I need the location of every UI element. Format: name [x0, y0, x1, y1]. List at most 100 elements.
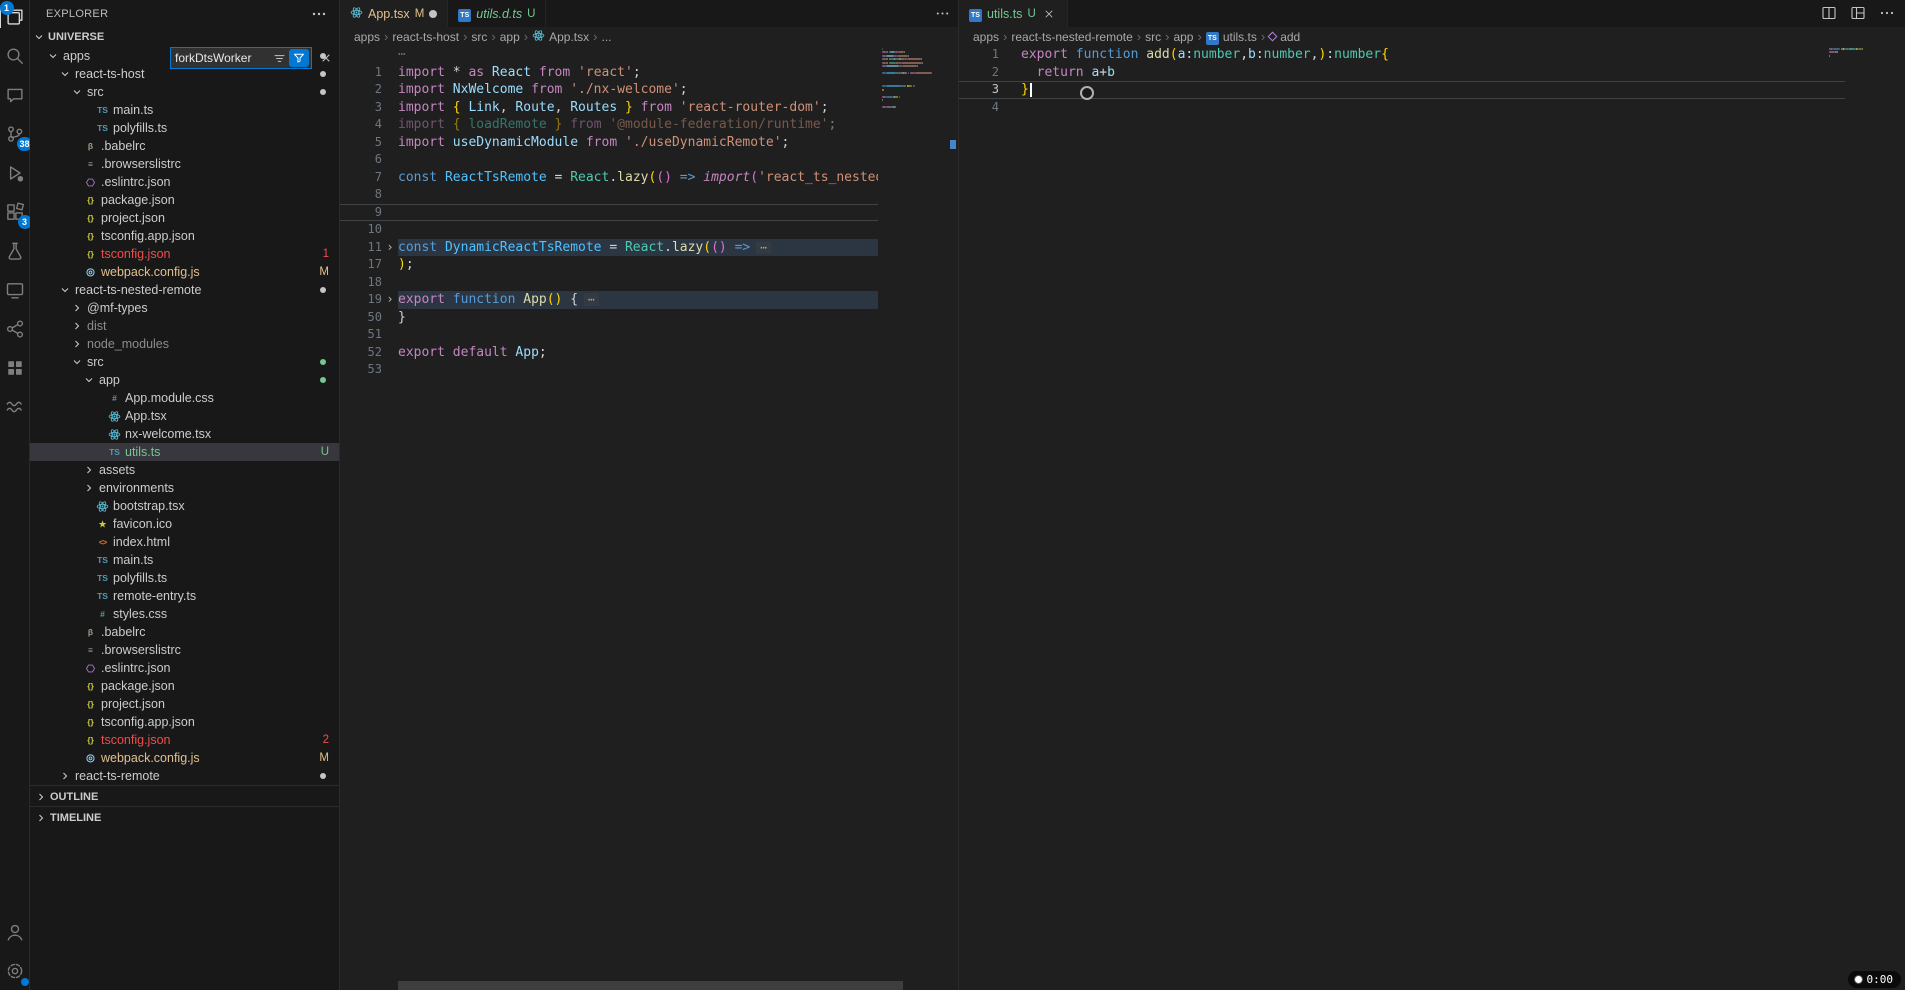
activity-explorer[interactable]: 1: [3, 6, 27, 30]
file-webpack-config-js[interactable]: ◎webpack.config.jsM: [30, 749, 339, 767]
file-polyfills-ts[interactable]: TSpolyfills.ts: [30, 569, 339, 587]
filter-funnel-icon[interactable]: [289, 49, 309, 67]
folder-react-ts-remote[interactable]: react-ts-remote: [30, 767, 339, 785]
file-project-json[interactable]: {}project.json: [30, 209, 339, 227]
file-polyfills-ts[interactable]: TSpolyfills.ts: [30, 119, 339, 137]
activity-accounts[interactable]: [3, 921, 27, 945]
activity-chat[interactable]: [3, 84, 27, 108]
breadcrumb-react-ts-nested-remote[interactable]: react-ts-nested-remote: [1011, 30, 1132, 44]
breadcrumb-react-ts-host[interactable]: react-ts-host: [392, 30, 459, 44]
code-line[interactable]: 3import { Link, Route, Routes } from 're…: [340, 99, 878, 117]
breadcrumb-app[interactable]: app: [1173, 30, 1193, 44]
breadcrumb-src[interactable]: src: [471, 30, 487, 44]
tab-app-tsx[interactable]: App.tsxM: [340, 0, 448, 27]
fold-expand-icon[interactable]: ›: [382, 291, 398, 309]
code-line[interactable]: 1export function add(a:number,b:number,)…: [959, 46, 1845, 64]
breadcrumb-apps[interactable]: apps: [973, 30, 999, 44]
file-main-ts[interactable]: TSmain.ts: [30, 101, 339, 119]
code-line[interactable]: 9: [340, 204, 878, 222]
split-editor-icon[interactable]: [1821, 5, 1837, 21]
breadcrumb-app-tsx[interactable]: App.tsx: [532, 29, 589, 45]
tree-filter-input[interactable]: [171, 51, 269, 65]
tab-utils-ts[interactable]: TSutils.tsU: [959, 0, 1068, 27]
tab-utils-d-ts[interactable]: TSutils.d.tsU: [448, 0, 546, 27]
file-project-json[interactable]: {}project.json: [30, 695, 339, 713]
folder-src[interactable]: src: [30, 83, 339, 101]
activity-waves[interactable]: [3, 396, 27, 420]
file-index-html[interactable]: <>index.html: [30, 533, 339, 551]
file-eslintrc-json[interactable]: .eslintrc.json: [30, 173, 339, 191]
minimap-1[interactable]: [882, 46, 948, 990]
activity-remote-explorer[interactable]: [3, 279, 27, 303]
more-actions-icon[interactable]: [1879, 5, 1895, 21]
code-line[interactable]: 1import * as React from 'react';: [340, 64, 878, 82]
file-tsconfig-app-json[interactable]: {}tsconfig.app.json: [30, 713, 339, 731]
activity-app-grid[interactable]: [3, 357, 27, 381]
file-app-module-css[interactable]: #App.module.css: [30, 389, 339, 407]
activity-run-debug[interactable]: [3, 162, 27, 186]
file-babelrc[interactable]: β.babelrc: [30, 623, 339, 641]
customize-layout-icon[interactable]: [1850, 5, 1866, 21]
file-tsconfig-json[interactable]: {}tsconfig.json1: [30, 245, 339, 263]
file-webpack-config-js[interactable]: ◎webpack.config.jsM: [30, 263, 339, 281]
breadcrumb-apps[interactable]: apps: [354, 30, 380, 44]
file-package-json[interactable]: {}package.json: [30, 677, 339, 695]
code-line[interactable]: 4: [959, 99, 1845, 117]
code-line[interactable]: 53: [340, 361, 878, 379]
code-editor-1[interactable]: ⋯1import * as React from 'react';2import…: [340, 46, 958, 990]
file-browserslistrc[interactable]: ≡.browserslistrc: [30, 641, 339, 659]
file-tsconfig-app-json[interactable]: {}tsconfig.app.json: [30, 227, 339, 245]
code-editor-2[interactable]: 1export function add(a:number,b:number,)…: [959, 46, 1905, 990]
code-line[interactable]: 2import NxWelcome from './nx-welcome';: [340, 81, 878, 99]
file-app-tsx[interactable]: App.tsx: [30, 407, 339, 425]
code-line[interactable]: ⋯: [340, 46, 878, 64]
file-bootstrap-tsx[interactable]: bootstrap.tsx: [30, 497, 339, 515]
folder-environments[interactable]: environments: [30, 479, 339, 497]
file-tsconfig-json[interactable]: {}tsconfig.json2: [30, 731, 339, 749]
code-line[interactable]: 6: [340, 151, 878, 169]
activity-search[interactable]: [3, 45, 27, 69]
breadcrumb-app[interactable]: app: [500, 30, 520, 44]
code-line[interactable]: 18: [340, 274, 878, 292]
file-package-json[interactable]: {}package.json: [30, 191, 339, 209]
folder-assets[interactable]: assets: [30, 461, 339, 479]
breadcrumb-utils-ts[interactable]: TSutils.ts: [1206, 29, 1257, 45]
workspace-section-header[interactable]: UNIVERSE: [30, 27, 339, 47]
activity-testing[interactable]: [3, 240, 27, 264]
horizontal-scrollbar[interactable]: [398, 981, 903, 990]
timeline-section[interactable]: TIMELINE: [30, 806, 339, 828]
file-nx-welcome-tsx[interactable]: nx-welcome.tsx: [30, 425, 339, 443]
file-eslintrc-json[interactable]: .eslintrc.json: [30, 659, 339, 677]
code-line[interactable]: 17);: [340, 256, 878, 274]
code-line[interactable]: 5import useDynamicModule from './useDyna…: [340, 134, 878, 152]
folder-dist[interactable]: dist: [30, 317, 339, 335]
code-line[interactable]: 8: [340, 186, 878, 204]
breadcrumb-ellipsis[interactable]: ...: [602, 30, 612, 44]
folder-mf-types[interactable]: @mf-types: [30, 299, 339, 317]
folder-app[interactable]: app: [30, 371, 339, 389]
code-line[interactable]: 51: [340, 326, 878, 344]
code-line[interactable]: 10: [340, 221, 878, 239]
close-icon[interactable]: [1041, 6, 1057, 22]
breadcrumb-add[interactable]: add: [1269, 30, 1300, 44]
activity-source-control[interactable]: 38: [3, 123, 27, 147]
explorer-more-icon[interactable]: [311, 6, 327, 22]
editor-more-actions-icon[interactable]: [935, 6, 950, 21]
file-remote-entry-ts[interactable]: TSremote-entry.ts: [30, 587, 339, 605]
breadcrumb-src[interactable]: src: [1145, 30, 1161, 44]
filter-lines-icon[interactable]: [269, 49, 289, 67]
folder-node-modules[interactable]: node_modules: [30, 335, 339, 353]
code-line[interactable]: 4import { loadRemote } from '@module-fed…: [340, 116, 878, 134]
file-favicon-ico[interactable]: ★favicon.ico: [30, 515, 339, 533]
file-browserslistrc[interactable]: ≡.browserslistrc: [30, 155, 339, 173]
code-line[interactable]: 11›const DynamicReactTsRemote = React.la…: [340, 239, 878, 257]
code-line[interactable]: 19›export function App() {⋯: [340, 291, 878, 309]
activity-extensions[interactable]: 3: [3, 201, 27, 225]
code-line[interactable]: 50}: [340, 309, 878, 327]
folder-react-ts-nested-remote[interactable]: react-ts-nested-remote: [30, 281, 339, 299]
code-line[interactable]: 7const ReactTsRemote = React.lazy(() => …: [340, 169, 878, 187]
activity-share[interactable]: [3, 318, 27, 342]
activity-settings[interactable]: [3, 960, 27, 984]
file-babelrc[interactable]: β.babelrc: [30, 137, 339, 155]
code-line[interactable]: 2 return a+b: [959, 64, 1845, 82]
